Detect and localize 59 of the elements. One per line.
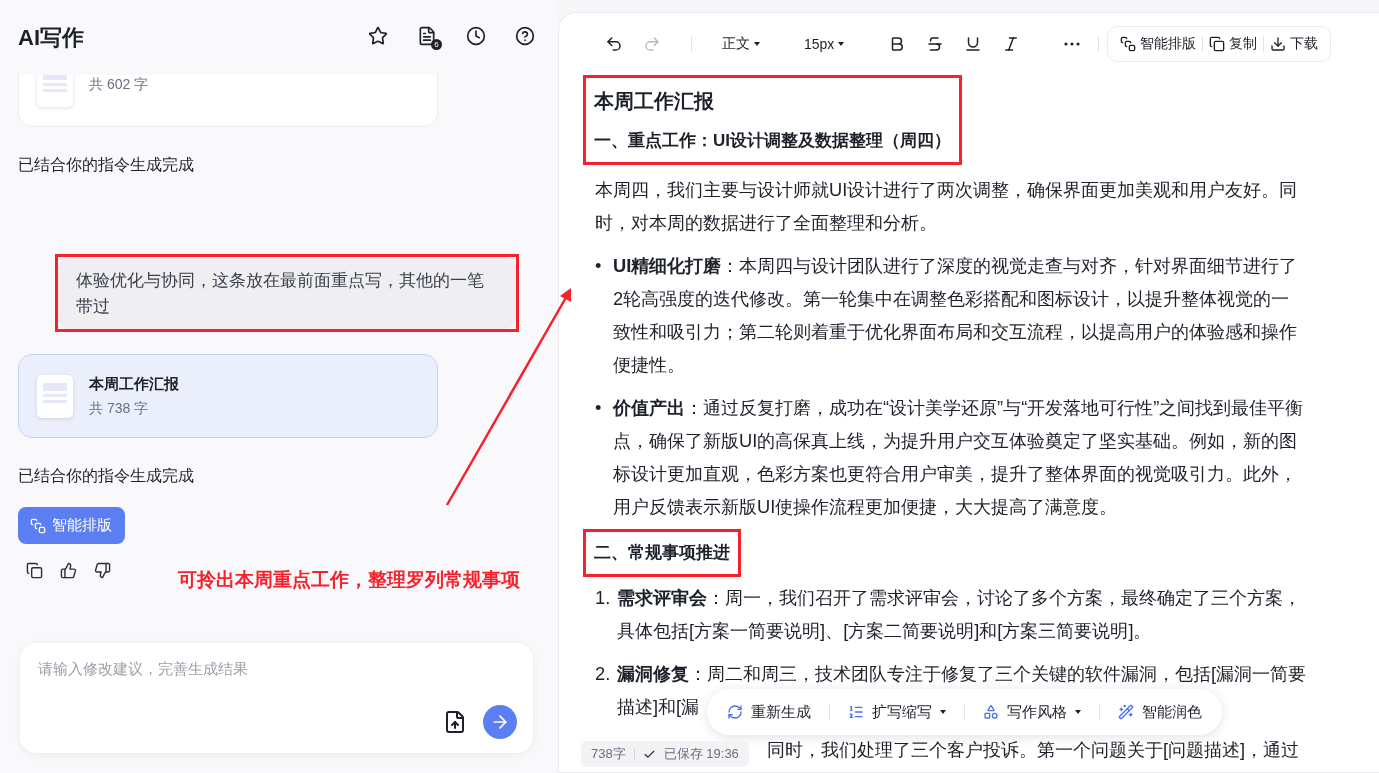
floating-action-button[interactable]: 智能润色: [1112, 698, 1208, 726]
app-title: AI写作: [18, 23, 85, 52]
strikethrough-icon: [926, 35, 945, 53]
send-button[interactable]: [483, 705, 517, 739]
floating-action-button[interactable]: 扩写缩写: [842, 698, 952, 726]
layout-icon: [30, 517, 46, 534]
floating-action-button[interactable]: 写作风格: [977, 698, 1087, 726]
list-item-text: 同时，我们处理了三个客户投诉。第一个问题关于[问题描述]，通过: [767, 738, 1301, 762]
smart-layout-button[interactable]: 智能排版: [18, 507, 125, 544]
layout-icon: [1120, 36, 1137, 52]
document-card[interactable]: 共 602 字: [18, 75, 438, 127]
user-message: 体验优化与协同，这条放在最前面重点写，其他的一笔带过: [58, 257, 516, 329]
document-title: 本周工作汇报: [593, 89, 715, 114]
thumbs-up-icon[interactable]: [60, 562, 77, 579]
caret-icon: [838, 42, 845, 46]
toolbar-action-button[interactable]: 复制: [1203, 31, 1264, 57]
list-number: 2.: [595, 662, 612, 686]
floating-action-button[interactable]: 重新生成: [721, 698, 817, 726]
more-icon: [1064, 42, 1081, 46]
toolbar-action-button[interactable]: 智能排版: [1114, 31, 1203, 57]
annotation-caption: 可拎出本周重点工作，整理罗列常规事项: [178, 568, 520, 592]
list-item-text: UI精细化打磨：本周四与设计团队进行了深度的视觉走查与对齐，针对界面细节进行了2轮高强度的迭代修改。第一轮集中在调整色彩搭配和图标设计，以提升整体视觉的一致性和吸引力；第二轮则着重于优化界面布局和交互流程，以提高用户的体验感和操作便捷性。: [613, 254, 1299, 377]
list-number: 1.: [595, 586, 612, 610]
thumbs-down-icon[interactable]: [94, 562, 111, 579]
saved-status: 已保存 19:36: [663, 745, 739, 763]
bullet-marker: •: [595, 396, 603, 420]
word-count: 共 738 字: [89, 399, 150, 418]
character-count: 738字: [591, 745, 626, 763]
card-title: 本周工作汇报: [89, 374, 179, 394]
undo-icon: [605, 35, 623, 53]
toolbar-action-button[interactable]: 下载: [1264, 31, 1325, 57]
status-message: 已结合你的指令生成完成: [18, 466, 195, 486]
copy-icon[interactable]: [26, 562, 43, 579]
status-message: 已结合你的指令生成完成: [18, 155, 195, 175]
caret-icon: [754, 42, 760, 46]
shapes-icon: [983, 704, 999, 720]
underline-icon: [964, 35, 983, 53]
section-heading: 一、重点工作：UI设计调整及数据整理（周四）: [593, 130, 952, 152]
section-heading: 二、常规事项推进: [593, 542, 731, 564]
download-icon: [1270, 36, 1287, 52]
list-icon: [848, 704, 864, 720]
document-thumbnail-icon: [37, 374, 73, 418]
list-item-text: 需求评审会：周一，我们召开了需求评审会，讨论了多个方案，最终确定了三个方案，具体包括[方案一简要说明]、[方案二简要说明]和[方案三简要说明]。: [617, 586, 1302, 643]
style-dropdown[interactable]: 正文: [712, 31, 770, 57]
document-card[interactable]: 本周工作汇报 共 738 字: [18, 354, 438, 438]
copy-icon: [1209, 36, 1226, 52]
redo-icon: [643, 35, 661, 53]
wand-icon: [1118, 704, 1134, 720]
file-upload-icon[interactable]: [443, 710, 467, 734]
list-item-text: 价值产出：通过反复打磨，成功在“设计美学还原”与“开发落地可行性”之间找到最佳平衡点，确保了新版UI的高保真上线，为提升用户交互体验奠定了坚实基础。例如，新的图标设计更加直观，色彩方案也更符合用户审美，提升了整体界面的视觉吸引力。此外，用户反馈表示新版UI使操作流程更加便捷，大大提高了满意度。: [613, 396, 1305, 519]
count-badge: 6: [431, 38, 442, 50]
font-size-dropdown[interactable]: 15px: [794, 32, 855, 56]
bullet-marker: •: [595, 254, 603, 278]
list-item-text: 漏洞修复：周二和周三，技术团队专注于修复了三个关键的软件漏洞，包括[漏洞一简要: [617, 662, 1307, 686]
refresh-icon: [727, 704, 743, 720]
word-count: 共 602 字: [89, 76, 149, 94]
paragraph: 本周四，我们主要与设计师就UI设计进行了两次调整，确保界面更加美观和用户友好。同时，对本周的数据进行了全面整理和分析。: [595, 178, 1299, 235]
input-field[interactable]: 请输入修改建议，完善生成结果: [36, 659, 517, 678]
list-item-text: 描述]和[漏: [617, 695, 700, 719]
